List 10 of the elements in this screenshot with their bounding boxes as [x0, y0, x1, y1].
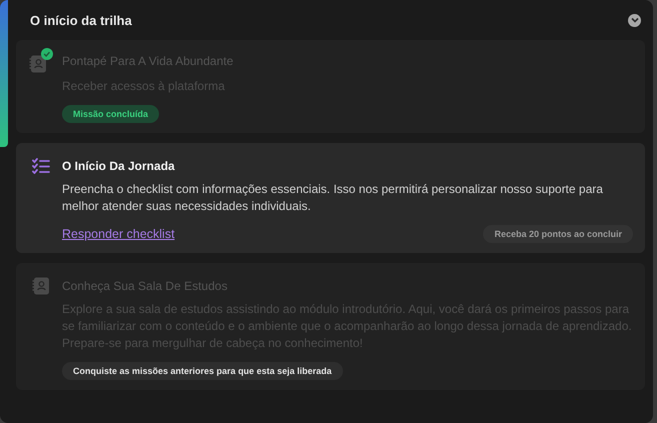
- locked-notice: Conquiste as missões anteriores para que esta seja liberada: [62, 362, 343, 380]
- chevron-down-icon: [630, 17, 638, 23]
- collapse-button[interactable]: [628, 14, 641, 26]
- checklist-link[interactable]: Responder checklist: [62, 227, 175, 241]
- points-badge: Receba 20 pontos ao concluir: [483, 225, 633, 243]
- status-badge: Missão concluída: [62, 105, 160, 123]
- mission-title: O Início Da Jornada: [62, 159, 175, 173]
- section-title: O início da trilha: [30, 12, 132, 28]
- mission-description: Preencha o checklist com informações essenciais. Isso nos permitirá personalizar nosso suporte para melhor atender suas necessidades individuais.: [62, 181, 604, 215]
- notebook-check-icon: [28, 48, 54, 74]
